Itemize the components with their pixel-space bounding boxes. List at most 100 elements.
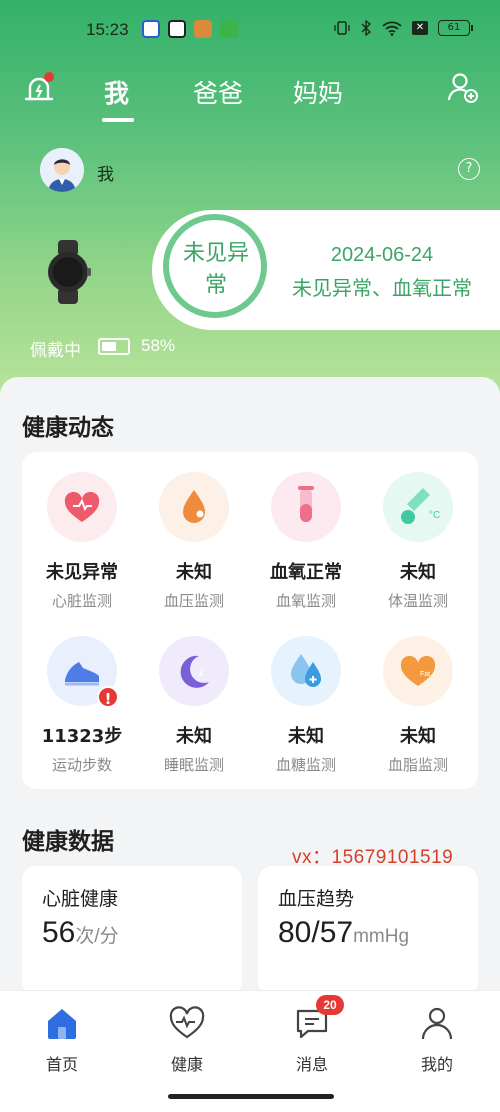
card-value-number: 80/57: [278, 916, 354, 949]
test-tube-icon: [298, 486, 314, 522]
game-app-icon: [194, 20, 212, 38]
home-indicator: [168, 1094, 334, 1099]
status-system-icons: ✕ 61: [334, 20, 473, 36]
metric-label: 血压监测: [163, 592, 224, 610]
svg-text:°C: °C: [429, 510, 440, 521]
card-value-unit: 次/分: [75, 926, 119, 947]
nav-label: 首页: [45, 1055, 78, 1074]
metric-sleep[interactable]: z 未知 睡眠监测: [138, 636, 250, 775]
metric-icon-wrap: Fat: [383, 636, 453, 706]
card-value: 56次/分: [42, 916, 119, 950]
metric-icon-wrap: [271, 636, 341, 706]
nav-home[interactable]: 首页: [22, 1005, 102, 1075]
add-member-icon[interactable]: [446, 70, 480, 104]
home-icon: [44, 1005, 80, 1041]
metric-temperature[interactable]: °C 未知 体温监测: [362, 472, 474, 611]
card-title: 心脏健康: [42, 888, 119, 910]
metric-label: 运动步数: [51, 756, 112, 774]
metric-blood-lipid[interactable]: Fat 未知 血脂监测: [362, 636, 474, 775]
metric-icon-wrap: z: [159, 636, 229, 706]
tab-dad[interactable]: 爸爸: [193, 74, 243, 110]
status-bar: 15:23 ✕ 61: [0, 0, 500, 60]
tab-active-indicator: [102, 118, 134, 122]
message-icon: 20: [294, 995, 344, 1041]
metric-value: 未见异常: [46, 562, 118, 583]
metric-blood-glucose[interactable]: 未知 血糖监测: [250, 636, 362, 775]
metric-value: 未知: [400, 562, 436, 583]
metric-label: 心脏监测: [51, 592, 112, 610]
metric-value: 未知: [400, 726, 436, 747]
metric-label: 血氧监测: [275, 592, 336, 610]
metric-value: 未知: [176, 562, 212, 583]
bluetooth-icon: [361, 20, 372, 36]
metric-blood-pressure[interactable]: 未知 血压监测: [138, 472, 250, 611]
nav-messages[interactable]: 20 消息: [272, 995, 352, 1075]
status-summary: 未见异常、血氧正常: [292, 276, 472, 300]
metric-label: 血脂监测: [387, 756, 448, 774]
avatar-image: [40, 148, 84, 192]
metric-value: 未知: [176, 726, 212, 747]
metric-heart[interactable]: 未见异常 心脏监测: [26, 472, 138, 611]
nav-mine[interactable]: 我的: [397, 1005, 477, 1075]
metric-label: 体温监测: [387, 592, 448, 610]
alarm-notification-dot: [44, 72, 54, 82]
card-value-unit: mmHg: [353, 926, 410, 947]
heart-icon: [64, 491, 100, 522]
moon-icon: z: [180, 655, 209, 688]
metric-label: 睡眠监测: [163, 756, 224, 774]
card-value: 80/57mmHg: [278, 916, 409, 950]
device-battery-fill: [102, 342, 116, 351]
device-battery-percent: 58%: [141, 336, 176, 355]
metric-value: 未知: [288, 726, 324, 747]
nav-health[interactable]: 健康: [147, 1005, 227, 1075]
svg-text:z: z: [199, 667, 204, 678]
wifi-icon: [382, 21, 402, 36]
contact-watermark: vx：15679101519: [292, 847, 454, 868]
nav-label: 我的: [420, 1055, 453, 1074]
member-tabs: 我 爸爸 妈妈: [0, 64, 500, 124]
metric-blood-oxygen[interactable]: 血氧正常 血氧监测: [250, 472, 362, 611]
glucose-drop-icon: [291, 654, 321, 687]
blood-drop-icon: [183, 490, 205, 523]
help-icon[interactable]: ?: [458, 158, 480, 180]
metric-value: 11323步: [41, 726, 123, 747]
status-time: 15:23: [86, 20, 129, 39]
vibrate-icon: [334, 21, 350, 35]
penguin-app-icon: [168, 20, 186, 38]
shield-app-icon: [142, 20, 160, 38]
battery-icon: 61: [438, 20, 473, 36]
heart-health-card[interactable]: 心脏健康 56次/分: [22, 866, 242, 996]
smartwatch-image: [48, 240, 91, 304]
device-battery-icon: [98, 338, 130, 355]
card-value-number: 56: [42, 916, 76, 949]
metric-icon-wrap: [47, 472, 117, 542]
blood-pressure-card[interactable]: 血压趋势 80/57mmHg: [258, 866, 478, 996]
warning-badge: !: [97, 686, 119, 708]
heart-pulse-icon: [169, 1005, 205, 1041]
health-dynamic-title: 健康动态: [22, 415, 114, 441]
wear-status-label: 佩戴中: [30, 341, 81, 361]
metric-icon-wrap: [271, 472, 341, 542]
person-icon: [419, 1005, 455, 1041]
svg-text:Fat: Fat: [420, 671, 430, 678]
metric-icon-wrap: °C: [383, 472, 453, 542]
fat-heart-icon: Fat: [400, 655, 436, 686]
profile-name: 我: [97, 165, 114, 185]
health-data-title: 健康数据: [22, 829, 114, 855]
metric-icon-wrap: [159, 472, 229, 542]
wechat-app-icon: [220, 20, 238, 38]
tab-me[interactable]: 我: [104, 74, 129, 110]
metric-value: 血氧正常: [270, 562, 342, 583]
status-ring-text: 未见异常: [182, 241, 249, 298]
metric-label: 血糖监测: [275, 756, 336, 774]
tab-mom[interactable]: 妈妈: [293, 74, 343, 110]
metric-steps[interactable]: ! 11323步 运动步数: [26, 636, 138, 775]
health-dynamic-card: 未见异常 心脏监测 未知 血压监测 血氧正常 血氧监测 °C 未知 体温监测 !…: [22, 452, 478, 789]
message-count-badge: 20: [316, 995, 344, 1015]
metric-icon-wrap: !: [47, 636, 119, 708]
close-box-icon: ✕: [412, 21, 428, 35]
card-title: 血压趋势: [278, 888, 355, 910]
avatar[interactable]: [40, 148, 84, 192]
thermometer-icon: °C: [401, 488, 440, 524]
nav-label: 健康: [170, 1055, 203, 1074]
